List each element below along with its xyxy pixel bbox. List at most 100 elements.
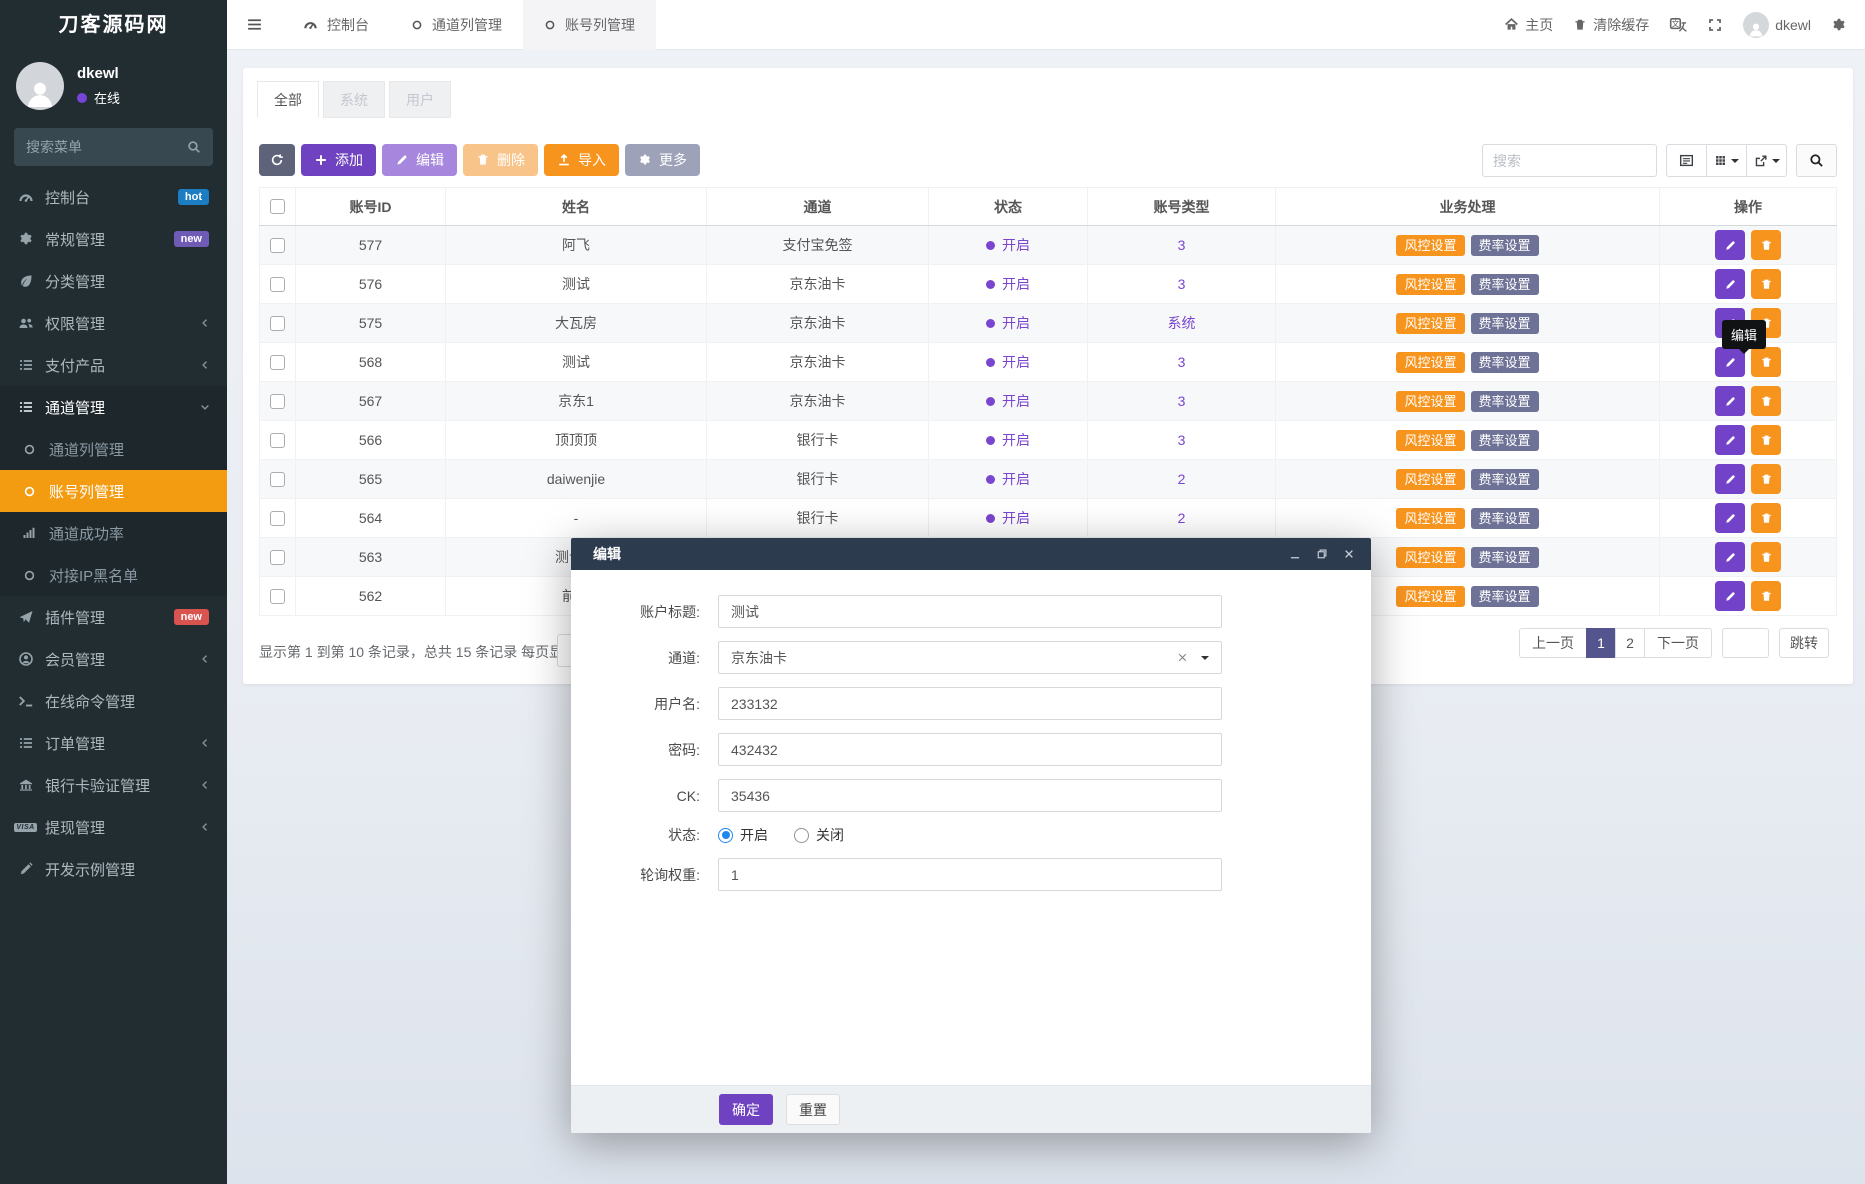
badge-费率设置[interactable]: 费率设置: [1471, 352, 1539, 373]
pagination-next[interactable]: 下一页: [1644, 628, 1712, 658]
nav-tab-控制台[interactable]: 控制台: [282, 0, 390, 50]
badge-风控设置[interactable]: 风控设置: [1396, 586, 1464, 607]
row-delete-button[interactable]: [1751, 542, 1781, 572]
badge-费率设置[interactable]: 费率设置: [1471, 235, 1539, 256]
sidebar-item-会员管理[interactable]: 会员管理: [0, 638, 227, 680]
row-checkbox[interactable]: [270, 472, 285, 487]
search-button[interactable]: [1796, 144, 1837, 177]
pagination-jump-button[interactable]: 跳转: [1779, 628, 1829, 658]
row-edit-button[interactable]: [1715, 464, 1745, 494]
row-delete-button[interactable]: [1751, 386, 1781, 416]
row-checkbox[interactable]: [270, 511, 285, 526]
badge-风控设置[interactable]: 风控设置: [1396, 274, 1464, 295]
sidebar-item-分类管理[interactable]: 分类管理: [0, 260, 227, 302]
badge-风控设置[interactable]: 风控设置: [1396, 235, 1464, 256]
sidebar-item-通道成功率[interactable]: 通道成功率: [0, 512, 227, 554]
sidebar-item-常规管理[interactable]: 常规管理new: [0, 218, 227, 260]
clear-icon[interactable]: [1176, 651, 1189, 664]
row-edit-button[interactable]: [1715, 386, 1745, 416]
badge-风控设置[interactable]: 风控设置: [1396, 547, 1464, 568]
confirm-button[interactable]: 确定: [719, 1094, 773, 1125]
sidebar-item-订单管理[interactable]: 订单管理: [0, 722, 227, 764]
row-checkbox[interactable]: [270, 277, 285, 292]
badge-费率设置[interactable]: 费率设置: [1471, 586, 1539, 607]
account-title-field[interactable]: [718, 595, 1222, 628]
username-field[interactable]: [718, 687, 1222, 720]
edit-button[interactable]: 编辑: [382, 144, 457, 176]
badge-风控设置[interactable]: 风控设置: [1396, 508, 1464, 529]
sidebar-item-插件管理[interactable]: 插件管理new: [0, 596, 227, 638]
row-delete-button[interactable]: [1751, 503, 1781, 533]
badge-风控设置[interactable]: 风控设置: [1396, 352, 1464, 373]
maximize-icon[interactable]: [1316, 548, 1328, 560]
badge-费率设置[interactable]: 费率设置: [1471, 313, 1539, 334]
import-button[interactable]: 导入: [544, 144, 619, 176]
row-checkbox[interactable]: [270, 550, 285, 565]
sidebar-item-通道管理[interactable]: 通道管理: [0, 386, 227, 428]
columns-button[interactable]: [1706, 144, 1747, 177]
row-edit-button[interactable]: [1715, 503, 1745, 533]
row-checkbox[interactable]: [270, 394, 285, 409]
row-checkbox[interactable]: [270, 355, 285, 370]
sidebar-item-通道列管理[interactable]: 通道列管理: [0, 428, 227, 470]
pagination-page-2[interactable]: 2: [1615, 628, 1645, 658]
row-delete-button[interactable]: [1751, 347, 1781, 377]
home-link[interactable]: 主页: [1504, 15, 1553, 35]
badge-费率设置[interactable]: 费率设置: [1471, 274, 1539, 295]
export-button[interactable]: [1746, 144, 1787, 177]
tab-系统[interactable]: 系统: [323, 81, 385, 118]
delete-button[interactable]: 删除: [463, 144, 538, 176]
pagination-jump-input[interactable]: [1722, 628, 1769, 658]
pagination-page-1[interactable]: 1: [1586, 628, 1616, 658]
sidebar-item-提现管理[interactable]: VISA提现管理: [0, 806, 227, 848]
channel-select[interactable]: 京东油卡: [718, 641, 1222, 674]
hamburger-menu-icon[interactable]: [227, 16, 282, 33]
password-field[interactable]: [718, 733, 1222, 766]
ck-field[interactable]: [718, 779, 1222, 812]
row-edit-button[interactable]: [1715, 269, 1745, 299]
row-delete-button[interactable]: [1751, 230, 1781, 260]
poll-weight-field[interactable]: [718, 858, 1222, 891]
badge-费率设置[interactable]: 费率设置: [1471, 430, 1539, 451]
sidebar-item-银行卡验证管理[interactable]: 银行卡验证管理: [0, 764, 227, 806]
refresh-button[interactable]: [259, 144, 295, 176]
tab-全部[interactable]: 全部: [257, 81, 319, 118]
add-button[interactable]: 添加: [301, 144, 376, 176]
sidebar-item-账号列管理[interactable]: 账号列管理: [0, 470, 227, 512]
row-delete-button[interactable]: [1751, 425, 1781, 455]
row-edit-button[interactable]: [1715, 425, 1745, 455]
badge-费率设置[interactable]: 费率设置: [1471, 547, 1539, 568]
tab-用户[interactable]: 用户: [389, 81, 451, 118]
user-menu[interactable]: dkewl: [1743, 12, 1811, 38]
row-delete-button[interactable]: [1751, 581, 1781, 611]
badge-风控设置[interactable]: 风控设置: [1396, 469, 1464, 490]
detail-view-button[interactable]: [1666, 144, 1707, 177]
more-button[interactable]: 更多: [625, 144, 700, 176]
clear-cache-link[interactable]: 清除缓存: [1573, 15, 1649, 35]
badge-费率设置[interactable]: 费率设置: [1471, 508, 1539, 529]
fullscreen-icon[interactable]: [1707, 17, 1723, 33]
badge-风控设置[interactable]: 风控设置: [1396, 430, 1464, 451]
search-icon[interactable]: [187, 140, 201, 154]
row-checkbox[interactable]: [270, 589, 285, 604]
pagination-prev[interactable]: 上一页: [1519, 628, 1587, 658]
sidebar-item-在线命令管理[interactable]: 在线命令管理: [0, 680, 227, 722]
row-edit-button[interactable]: [1715, 542, 1745, 572]
sidebar-item-支付产品[interactable]: 支付产品: [0, 344, 227, 386]
caret-down-icon[interactable]: [1201, 656, 1209, 664]
badge-费率设置[interactable]: 费率设置: [1471, 469, 1539, 490]
select-all-checkbox[interactable]: [270, 199, 285, 214]
badge-风控设置[interactable]: 风控设置: [1396, 313, 1464, 334]
sidebar-search-input[interactable]: 搜索菜单: [14, 128, 213, 166]
badge-风控设置[interactable]: 风控设置: [1396, 391, 1464, 412]
sidebar-item-权限管理[interactable]: 权限管理: [0, 302, 227, 344]
sidebar-item-开发示例管理[interactable]: 开发示例管理: [0, 848, 227, 890]
close-icon[interactable]: [1343, 548, 1355, 560]
row-checkbox[interactable]: [270, 238, 285, 253]
row-delete-button[interactable]: [1751, 464, 1781, 494]
translate-icon[interactable]: 文: [1669, 16, 1687, 34]
row-delete-button[interactable]: [1751, 269, 1781, 299]
row-edit-button[interactable]: [1715, 230, 1745, 260]
settings-gear-icon[interactable]: [1831, 17, 1847, 33]
row-checkbox[interactable]: [270, 316, 285, 331]
